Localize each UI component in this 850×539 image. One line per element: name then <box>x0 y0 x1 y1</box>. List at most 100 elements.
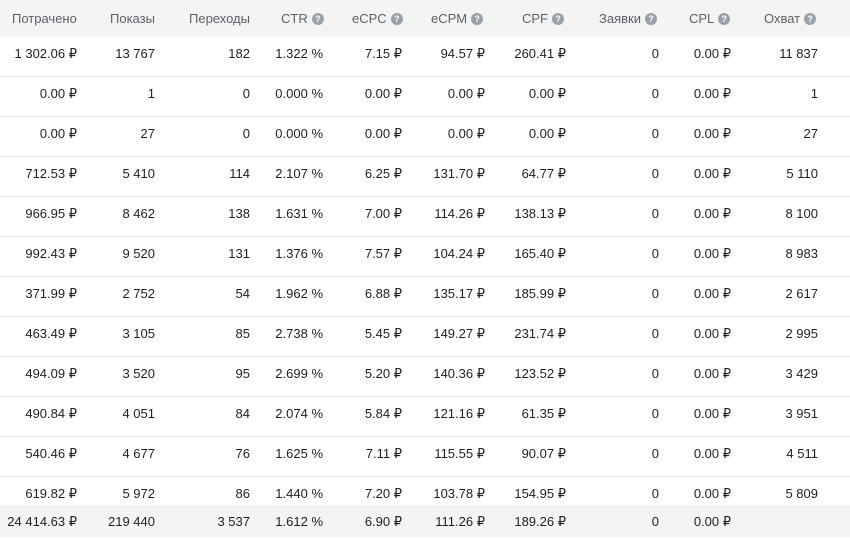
cell-reach: 8 983 <box>785 246 818 261</box>
cell-ecpc: 5.84 ₽ <box>364 406 402 421</box>
cell-ecpm: 0.00 ₽ <box>447 126 485 141</box>
cell-ctr: 0.000 % <box>275 86 323 101</box>
cell-clicks: 114 <box>229 166 250 181</box>
column-header-ecpc[interactable]: eCPC? <box>352 0 403 37</box>
column-header-clicks[interactable]: Переходы <box>189 0 250 37</box>
cell-impressions: 2 752 <box>122 286 155 301</box>
cell-clicks: 54 <box>235 286 250 301</box>
cell-reach: 3 951 <box>785 406 818 421</box>
cell-spent: 0.00 ₽ <box>39 86 77 101</box>
column-header-leads[interactable]: Заявки? <box>599 0 657 37</box>
cell-cpf: 185.99 ₽ <box>514 286 566 301</box>
cell-ctr: 2.074 % <box>275 406 323 421</box>
column-header-impressions[interactable]: Показы <box>110 0 155 37</box>
cell-reach: 11 837 <box>779 46 818 61</box>
cell-ecpc: 7.57 ₽ <box>364 246 402 261</box>
table-row[interactable]: 0.00 ₽ 27 0 0.000 % 0.00 ₽ 0.00 ₽ 0.00 ₽ 0 0.00 … <box>0 117 850 157</box>
cell-leads: 0 <box>651 86 659 101</box>
column-header-label: CPL <box>689 11 715 26</box>
cell-ctr: 1.376 % <box>275 246 323 261</box>
cell-impressions: 9 520 <box>122 246 155 261</box>
cell-spent: 463.49 ₽ <box>25 326 77 341</box>
table-row[interactable]: 992.43 ₽ 9 520 131 1.376 % 7.57 ₽ 104.24 ₽ 165… <box>0 237 850 277</box>
cell-leads: 0 <box>651 446 659 461</box>
cell-impressions: 4 051 <box>122 406 155 421</box>
cell-spent: 371.99 ₽ <box>25 286 77 301</box>
cell-reach: 4 511 <box>786 446 818 461</box>
cell-cpf: 260.41 ₽ <box>514 46 566 61</box>
help-icon[interactable]: ? <box>804 13 817 25</box>
cell-ecpm: 104.24 ₽ <box>433 246 485 261</box>
cell-ctr: 2.699 % <box>275 366 323 381</box>
table-row[interactable]: 490.84 ₽ 4 051 84 2.074 % 5.84 ₽ 121.16 ₽ 61.3… <box>0 397 850 437</box>
cell-ecpc: 7.11 ₽ <box>365 446 402 461</box>
cell-ctr: 0.000 % <box>275 126 323 141</box>
table-row[interactable]: 463.49 ₽ 3 105 85 2.738 % 5.45 ₽ 149.27 ₽ 231.… <box>0 317 850 357</box>
cell-cpl: 0.00 ₽ <box>693 46 731 61</box>
cell-impressions: 1 <box>147 86 155 101</box>
table-row[interactable]: 966.95 ₽ 8 462 138 1.631 % 7.00 ₽ 114.26 ₽ 138… <box>0 197 850 237</box>
cell-leads: 0 <box>651 166 659 181</box>
cell-spent: 992.43 ₽ <box>25 246 77 261</box>
cell-cpl: 0.00 ₽ <box>693 246 731 261</box>
table-header: Потрачено Показы Переходы CTR? eCPC? eCPM? CPF… <box>0 0 850 38</box>
cell-impressions: 4 677 <box>122 446 155 461</box>
cell-cpf: 138.13 ₽ <box>514 206 566 221</box>
column-header-label: CTR <box>281 11 308 26</box>
total-leads: 0 <box>651 514 659 529</box>
cell-ctr: 1.625 % <box>275 446 323 461</box>
total-impressions: 219 440 <box>108 514 155 529</box>
help-icon[interactable]: ? <box>311 13 324 25</box>
cell-impressions: 8 462 <box>122 206 155 221</box>
table-row[interactable]: 540.46 ₽ 4 677 76 1.625 % 7.11 ₽ 115.55 ₽ 90.0… <box>0 437 850 477</box>
cell-clicks: 84 <box>235 406 250 421</box>
table-row[interactable]: 1 302.06 ₽ 13 767 182 1.322 % 7.15 ₽ 94.57 ₽ 2… <box>0 37 850 77</box>
cell-spent: 490.84 ₽ <box>25 406 77 421</box>
table-row[interactable]: 712.53 ₽ 5 410 114 2.107 % 6.25 ₽ 131.70 ₽ 64.… <box>0 157 850 197</box>
cell-reach: 8 100 <box>785 206 818 221</box>
help-icon[interactable]: ? <box>644 13 657 25</box>
help-icon[interactable]: ? <box>471 13 484 25</box>
column-header-cpf[interactable]: CPF? <box>522 0 564 37</box>
cell-impressions: 3 520 <box>122 366 155 381</box>
cell-cpf: 165.40 ₽ <box>514 246 566 261</box>
column-header-label: Потрачено <box>12 11 77 26</box>
column-header-label: Охват <box>764 11 801 26</box>
column-header-ctr[interactable]: CTR? <box>281 0 324 37</box>
cell-spent: 712.53 ₽ <box>25 166 77 181</box>
cell-ecpm: 140.36 ₽ <box>433 366 485 381</box>
cell-impressions: 5 410 <box>122 166 155 181</box>
cell-ctr: 2.738 % <box>275 326 323 341</box>
column-header-reach[interactable]: Охват? <box>764 0 817 37</box>
column-header-spent[interactable]: Потрачено <box>12 0 77 37</box>
cell-cpf: 90.07 ₽ <box>521 446 566 461</box>
cell-cpf: 123.52 ₽ <box>514 366 566 381</box>
column-header-label: Показы <box>110 11 155 26</box>
cell-leads: 0 <box>651 406 659 421</box>
cell-ecpc: 0.00 ₽ <box>364 126 402 141</box>
cell-spent: 1 302.06 ₽ <box>14 46 78 61</box>
cell-reach: 27 <box>803 126 818 141</box>
cell-cpl: 0.00 ₽ <box>693 446 731 461</box>
help-icon[interactable]: ? <box>718 13 731 25</box>
cell-impressions: 27 <box>140 126 155 141</box>
help-icon[interactable]: ? <box>390 13 403 25</box>
cell-ecpm: 114.26 ₽ <box>434 206 485 221</box>
table-row[interactable]: 494.09 ₽ 3 520 95 2.699 % 5.20 ₽ 140.36 ₽ 123.… <box>0 357 850 397</box>
cell-leads: 0 <box>651 286 659 301</box>
cell-reach: 2 995 <box>785 326 818 341</box>
total-spent: 24 414.63 ₽ <box>7 514 77 529</box>
column-header-ecpm[interactable]: eCPM? <box>431 0 484 37</box>
cell-reach: 2 617 <box>785 286 818 301</box>
cell-leads: 0 <box>651 206 659 221</box>
cell-leads: 0 <box>651 246 659 261</box>
column-header-cpl[interactable]: CPL? <box>689 0 731 37</box>
table-row[interactable]: 0.00 ₽ 1 0 0.000 % 0.00 ₽ 0.00 ₽ 0.00 ₽ 0 0.00 ₽… <box>0 77 850 117</box>
cell-impressions: 3 105 <box>122 326 155 341</box>
total-ecpm: 111.26 ₽ <box>435 514 485 529</box>
cell-cpf: 0.00 ₽ <box>528 86 566 101</box>
cell-ecpc: 6.25 ₽ <box>364 166 402 181</box>
totals-row: 24 414.63 ₽ 219 440 3 537 1.612 % 6.90 ₽ 111.… <box>0 505 850 537</box>
table-row[interactable]: 371.99 ₽ 2 752 54 1.962 % 6.88 ₽ 135.17 ₽ 185.… <box>0 277 850 317</box>
help-icon[interactable]: ? <box>552 13 564 25</box>
